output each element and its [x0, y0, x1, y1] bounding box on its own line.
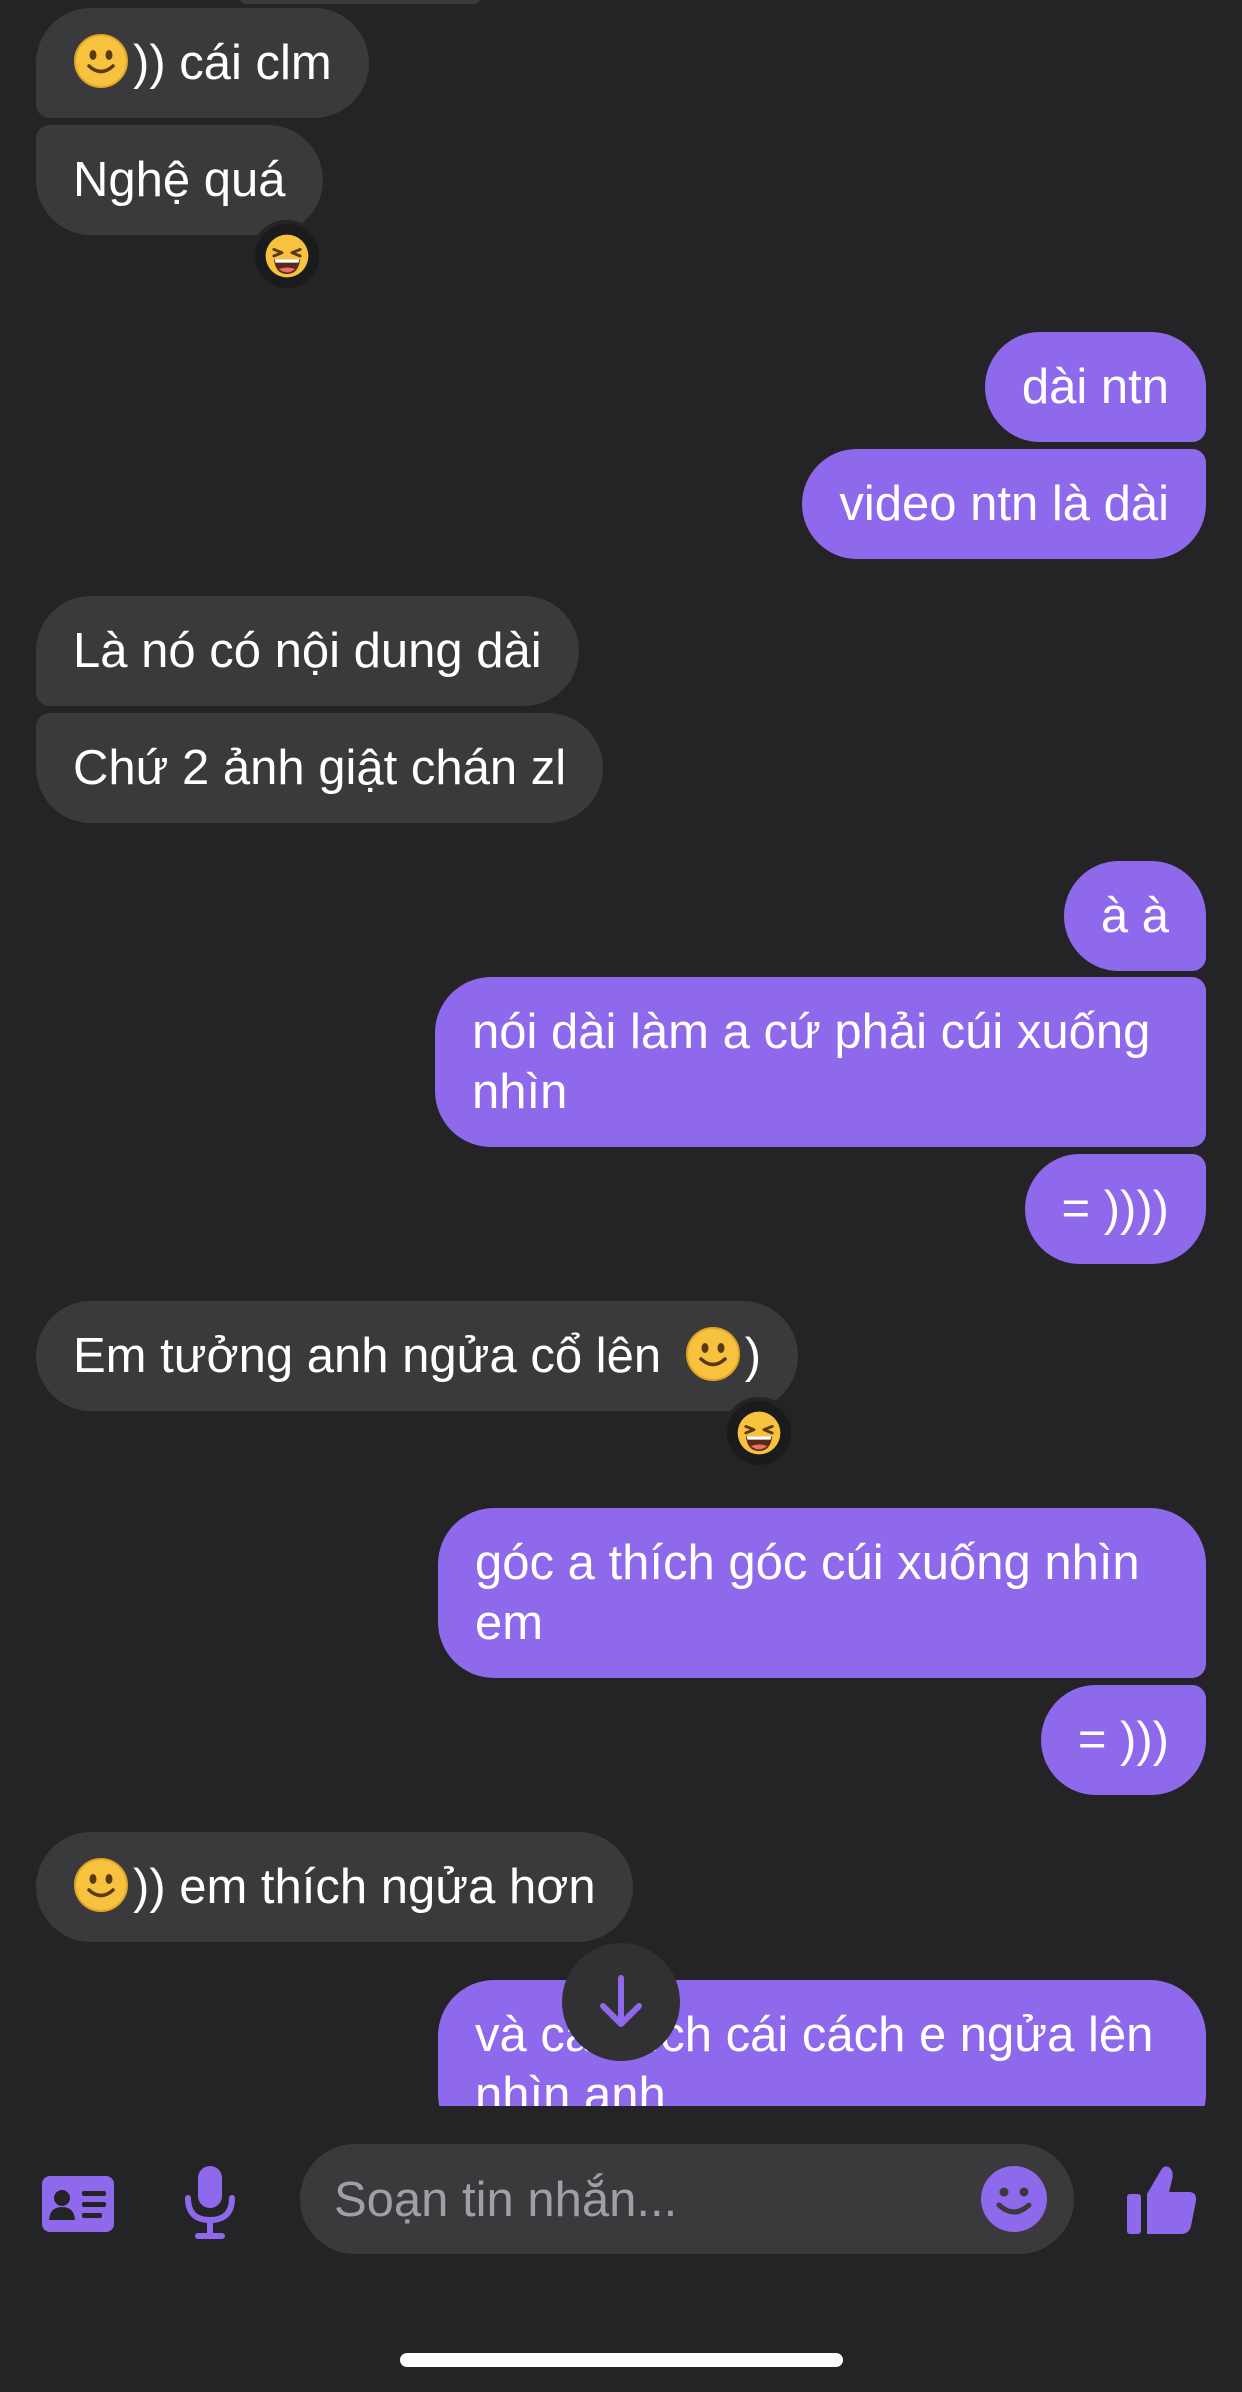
message-incoming[interactable]: Em tưởng anh ngửa cổ lên ) [36, 1301, 799, 1411]
emoji-picker-button[interactable] [980, 2165, 1048, 2233]
message-text: = ))) [1077, 1713, 1169, 1767]
message-text: Là nó có nội dung dài [73, 624, 542, 678]
grinning-squinting-face-icon [736, 1410, 782, 1456]
previous-message-edge [240, 0, 480, 4]
message-outgoing[interactable]: góc a thích góc cúi xuống nhìn em [438, 1508, 1206, 1678]
message-text: nói dài làm a cứ phải cúi xuống nhìn [472, 1005, 1151, 1119]
message-text: Chứ 2 ảnh giật chán zl [73, 741, 567, 795]
message-incoming[interactable]: Nghệ quá [36, 125, 323, 235]
message-text: video ntn là dài [839, 477, 1169, 531]
message-text: dài ntn [1021, 360, 1169, 414]
message-text: à à [1100, 889, 1169, 943]
message-composer [0, 2106, 1242, 2392]
grinning-squinting-face-icon [264, 233, 310, 279]
thumbs-up-icon [1127, 2166, 1197, 2234]
message-text: )) cái clm [133, 36, 332, 90]
message-text: Em tưởng anh ngửa cổ lên [73, 1329, 662, 1383]
message-outgoing[interactable]: à à [1063, 861, 1206, 971]
like-button[interactable] [1122, 2158, 1202, 2242]
contact-card-button[interactable] [36, 2162, 120, 2246]
message-text: = )))) [1061, 1182, 1170, 1236]
voice-message-button[interactable] [170, 2152, 250, 2252]
smiley-icon [981, 2166, 1047, 2232]
message-input-container[interactable] [300, 2144, 1074, 2256]
message-outgoing[interactable]: = ))) [1040, 1685, 1206, 1795]
reaction-badge[interactable] [251, 220, 323, 292]
message-incoming[interactable]: Chứ 2 ảnh giật chán zl [36, 713, 604, 823]
message-text-suffix: ) [744, 1329, 762, 1383]
slightly-smiling-face-icon [73, 1857, 129, 1913]
reaction-badge[interactable] [723, 1397, 795, 1469]
scroll-to-bottom-button[interactable] [562, 1943, 680, 2061]
message-list[interactable]: )) cái clm Nghệ quá dài ntn video ntn là… [0, 0, 1242, 2106]
home-indicator [400, 2353, 843, 2367]
message-text: góc a thích góc cúi xuống nhìn em [475, 1536, 1140, 1650]
message-incoming[interactable]: Là nó có nội dung dài [36, 596, 579, 706]
message-outgoing[interactable]: = )))) [1024, 1154, 1206, 1264]
message-incoming[interactable]: )) cái clm [36, 8, 369, 118]
message-outgoing[interactable]: nói dài làm a cứ phải cúi xuống nhìn [435, 977, 1206, 1147]
message-text: Nghệ quá [73, 153, 286, 207]
microphone-icon [185, 2166, 235, 2239]
message-text: )) em thích ngửa hơn [133, 1860, 596, 1914]
message-outgoing[interactable]: video ntn là dài [802, 449, 1206, 559]
message-input[interactable] [332, 2144, 956, 2256]
message-outgoing[interactable]: và cả thích cái cách e ngửa lên nhìn anh [438, 1980, 1206, 2106]
slightly-smiling-face-icon [685, 1326, 741, 1382]
contact-card-icon [42, 2176, 114, 2232]
message-outgoing[interactable]: dài ntn [984, 332, 1206, 442]
arrow-down-icon [600, 1975, 642, 2027]
slightly-smiling-face-icon [73, 33, 129, 89]
message-incoming[interactable]: )) em thích ngửa hơn [36, 1832, 633, 1942]
